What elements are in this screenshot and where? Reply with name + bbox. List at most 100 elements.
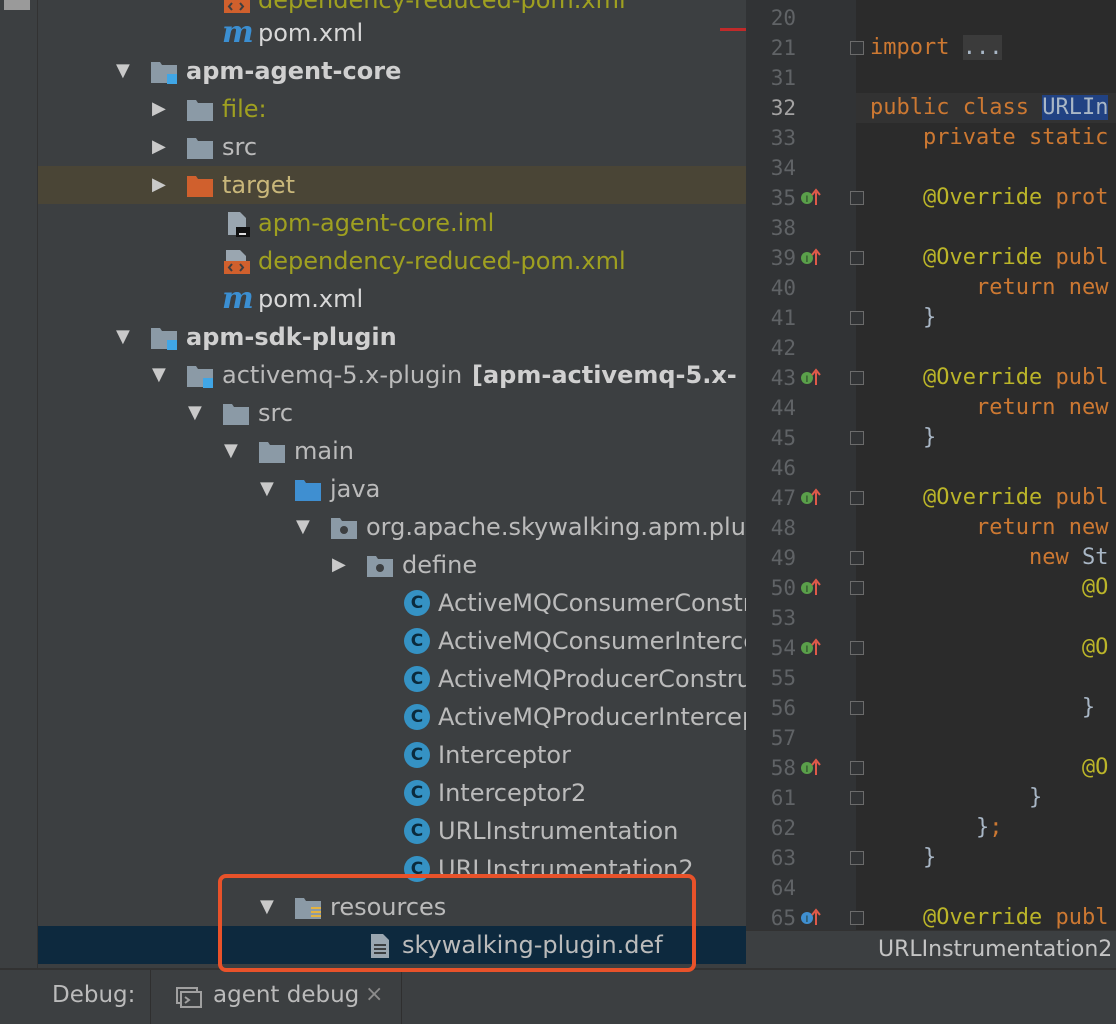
fold-toggle-icon[interactable]: [850, 791, 864, 805]
tree-item-def[interactable]: skywalking-plugin.def: [38, 926, 746, 964]
fold-toggle-icon[interactable]: [850, 191, 864, 205]
tree-item-label: apm-sdk-plugin: [186, 323, 397, 351]
fold-toggle-icon[interactable]: [850, 311, 864, 325]
tree-item-c2[interactable]: C ActiveMQConsumerIntercep: [38, 622, 746, 660]
code-line: }: [870, 785, 1043, 810]
tree-item-java[interactable]: ▼ java: [38, 470, 746, 508]
class-icon: C: [404, 590, 430, 616]
line-number: 41: [770, 306, 796, 330]
expand-arrow-down-icon[interactable]: ▼: [188, 394, 210, 432]
tree-item-c4[interactable]: C ActiveMQProducerIntercepto: [38, 698, 746, 736]
expand-arrow-down-icon[interactable]: ▼: [224, 432, 246, 470]
xml-file-icon: [222, 249, 250, 275]
tree-item-activemq[interactable]: ▼ activemq-5.x-plugin [apm-activemq-5.x-: [38, 356, 746, 394]
expand-arrow-down-icon[interactable]: ▼: [296, 508, 318, 546]
implements-method-icon[interactable]: I: [800, 487, 822, 509]
fold-toggle-icon[interactable]: [850, 851, 864, 865]
class-icon: C: [404, 704, 430, 730]
tree-item-src-core[interactable]: ▶ src: [38, 128, 746, 166]
tree-item-c3[interactable]: C ActiveMQProducerConstruc: [38, 660, 746, 698]
expand-arrow-down-icon[interactable]: ▼: [116, 52, 138, 90]
expand-arrow-right-icon[interactable]: ▶: [332, 546, 354, 584]
editor-tab-title[interactable]: URLInstrumentation2: [878, 931, 1112, 969]
fold-toggle-icon[interactable]: [850, 761, 864, 775]
fold-toggle-icon[interactable]: [850, 641, 864, 655]
tree-item-label: dependency-reduced-pom.xml: [258, 247, 626, 275]
line-number: 54: [770, 636, 796, 660]
tree-item-pkg[interactable]: ▼ org.apache.skywalking.apm.plu: [38, 508, 746, 546]
code-line: @Override publ: [922, 245, 1109, 270]
fold-toggle-icon[interactable]: [850, 251, 864, 265]
folder-icon: [258, 439, 286, 465]
tree-item-pom-core[interactable]: m pom.xml: [38, 280, 746, 318]
line-number: 46: [770, 456, 796, 480]
tree-item-c7[interactable]: C URLInstrumentation: [38, 812, 746, 850]
class-icon: C: [404, 856, 430, 882]
fold-toggle-icon[interactable]: [850, 431, 864, 445]
code-line: return new: [975, 395, 1109, 420]
tree-item-apm-sdk-plugin[interactable]: ▼ apm-sdk-plugin: [38, 318, 746, 356]
tree-item-resources[interactable]: ▼ resources: [38, 888, 746, 926]
fold-toggle-icon[interactable]: [850, 581, 864, 595]
tree-item-label: target: [222, 171, 295, 199]
tree-item-dep-reduced[interactable]: dependency-reduced-pom.xml: [38, 242, 746, 280]
expand-arrow-right-icon[interactable]: ▶: [152, 90, 174, 128]
code-line: return new: [975, 515, 1109, 540]
code-editor[interactable]: 20 21 31 32 33 34 35 I 38 39 I 40 41 42 43 I 44 45 46 47 I 48…: [746, 0, 1116, 930]
expand-arrow-down-icon[interactable]: ▼: [152, 356, 174, 394]
tree-item-c6[interactable]: C Interceptor2: [38, 774, 746, 812]
tree-item-apm-agent-core[interactable]: ▼ apm-agent-core: [38, 52, 746, 90]
expand-arrow-right-icon[interactable]: ▶: [152, 166, 174, 204]
expand-arrow-down-icon[interactable]: ▼: [260, 888, 282, 926]
module-folder-icon: [186, 363, 214, 389]
implements-method-icon[interactable]: I: [800, 577, 822, 599]
overridden-method-icon[interactable]: I: [800, 907, 822, 929]
tree-item-core-iml[interactable]: apm-agent-core.iml: [38, 204, 746, 242]
fold-toggle-icon[interactable]: [850, 371, 864, 385]
line-number: 21: [770, 36, 796, 60]
left-tool-strip: [0, 0, 38, 968]
line-number: 43: [770, 366, 796, 390]
package-icon: [330, 515, 358, 541]
implements-method-icon[interactable]: I: [800, 757, 822, 779]
tree-item-main[interactable]: ▼ main: [38, 432, 746, 470]
tree-item-target[interactable]: ▶ target: [38, 166, 746, 204]
implements-method-icon[interactable]: I: [800, 187, 822, 209]
tool-window-stub-icon[interactable]: [4, 0, 30, 10]
fold-toggle-icon[interactable]: [850, 911, 864, 925]
module-folder-icon: [150, 59, 178, 85]
tree-item-c8[interactable]: C URLInstrumentation2: [38, 850, 746, 888]
class-icon: C: [404, 780, 430, 806]
tree-item-label: ActiveMQProducerConstruc: [438, 665, 746, 693]
fold-toggle-icon[interactable]: [850, 551, 864, 565]
expand-arrow-right-icon[interactable]: ▶: [152, 128, 174, 166]
code-line: }: [870, 845, 937, 870]
tree-item-artifact-label: [apm-activemq-5.x-: [472, 361, 737, 389]
line-number: 39: [770, 246, 796, 270]
tree-item-pom-top[interactable]: m pom.xml: [38, 14, 746, 52]
line-number: 42: [770, 336, 796, 360]
expand-arrow-down-icon[interactable]: ▼: [260, 470, 282, 508]
tree-item-src[interactable]: ▼ src: [38, 394, 746, 432]
line-number: 56: [770, 696, 796, 720]
module-folder-icon: [150, 325, 178, 351]
expand-arrow-down-icon[interactable]: ▼: [116, 318, 138, 356]
debug-session-tab[interactable]: agent debug ×: [150, 970, 402, 1024]
implements-method-icon[interactable]: I: [800, 637, 822, 659]
fold-toggle-icon[interactable]: [850, 41, 864, 55]
tree-item-file[interactable]: ▶ file:: [38, 90, 746, 128]
line-number: 31: [770, 66, 796, 90]
maven-icon: m: [222, 281, 254, 316]
implements-method-icon[interactable]: I: [800, 367, 822, 389]
tree-item-c1[interactable]: C ActiveMQConsumerConstru: [38, 584, 746, 622]
line-number: 50: [770, 576, 796, 600]
fold-toggle-icon[interactable]: [850, 701, 864, 715]
svg-text:I: I: [806, 195, 809, 205]
project-tree[interactable]: dependency-reduced-pom.xml m pom.xml ▼ apm-a…: [38, 0, 746, 968]
tree-item-c5[interactable]: C Interceptor: [38, 736, 746, 774]
tree-item-define[interactable]: ▶ define: [38, 546, 746, 584]
implements-method-icon[interactable]: I: [800, 247, 822, 269]
close-icon[interactable]: ×: [365, 982, 383, 1007]
line-number: 55: [770, 666, 796, 690]
fold-toggle-icon[interactable]: [850, 491, 864, 505]
